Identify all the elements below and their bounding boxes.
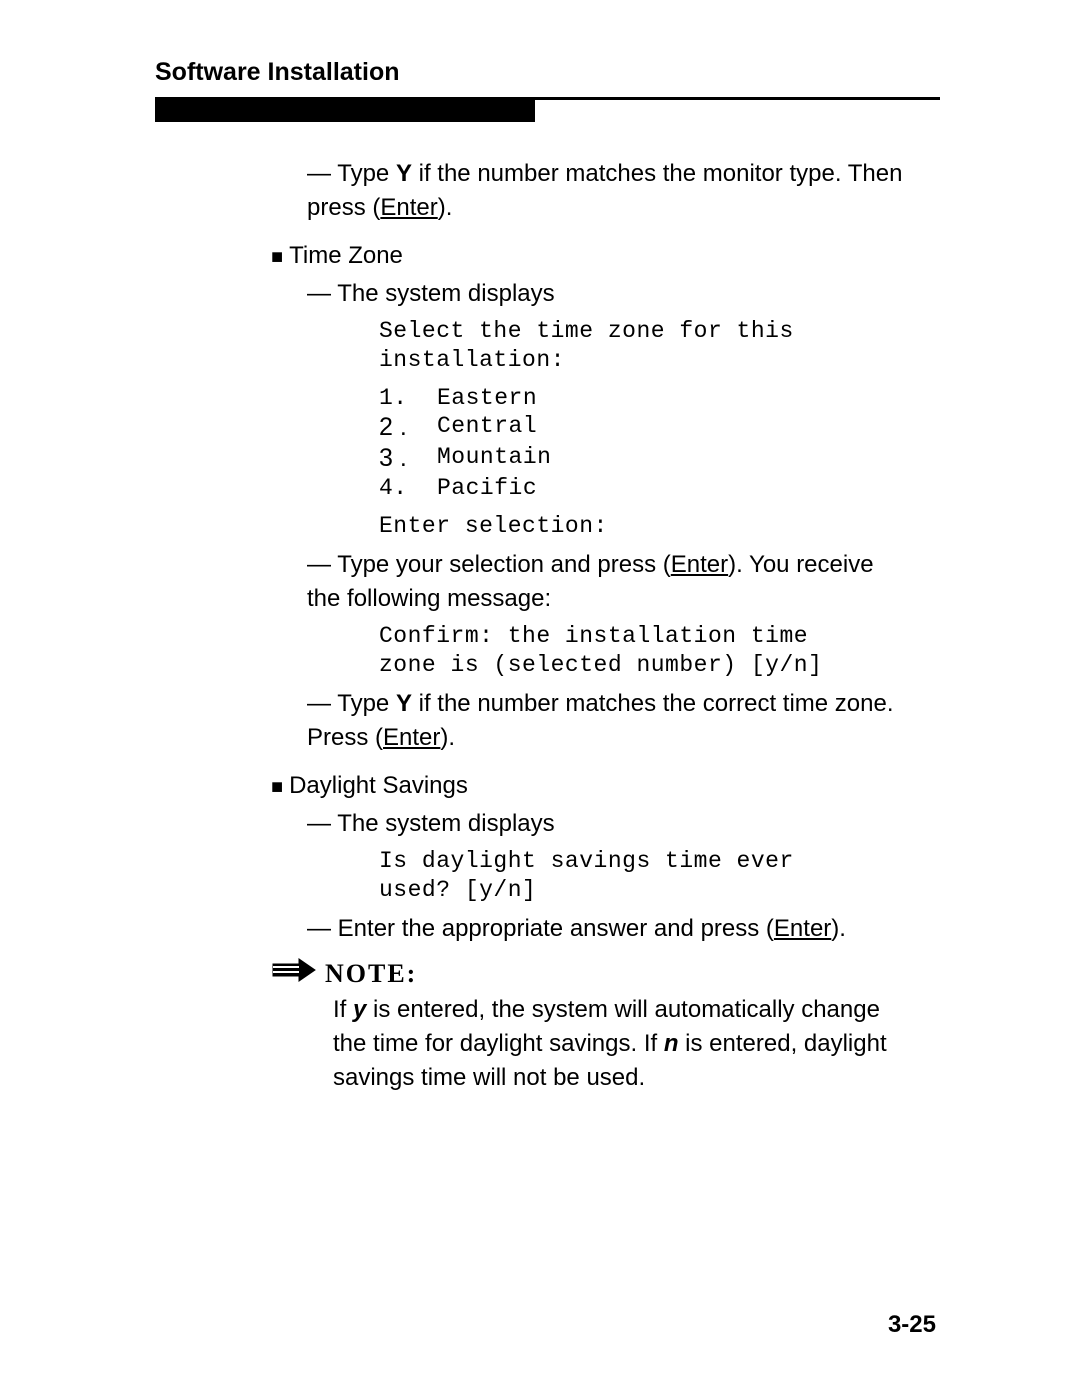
tz-option-row: 4. Pacific xyxy=(379,475,940,501)
page-content: — Type Y if the number matches the monit… xyxy=(155,160,940,1092)
dash: — xyxy=(307,915,331,942)
text-a: Type your selection and press ( xyxy=(337,551,671,578)
ds-enter-answer: — Enter the appropriate answer and press… xyxy=(307,915,940,943)
t: is entered, daylight xyxy=(679,1030,887,1057)
tz-type-y-match: — Type Y if the number matches the corre… xyxy=(307,690,940,718)
match-tail: if the number matches the correct time z… xyxy=(419,690,894,717)
note-arrow-icon xyxy=(271,957,317,990)
tz-option-row: 1. Eastern xyxy=(379,385,940,411)
header-black-bar xyxy=(155,100,535,122)
note-line1: If y is entered, the system will automat… xyxy=(333,996,940,1024)
daylight-heading-row: ■ Daylight Savings xyxy=(271,772,940,802)
dash: — xyxy=(307,551,331,578)
dash: — xyxy=(307,280,331,307)
type-y-line: — Type Y if the number matches the monit… xyxy=(307,160,940,188)
text-a: Enter the appropriate answer and press ( xyxy=(338,915,774,942)
tz-opt-num: 3 . xyxy=(379,444,437,473)
sys-displays-text: The system displays xyxy=(337,810,554,837)
tz-opt-label: Eastern xyxy=(437,385,537,411)
t: If xyxy=(333,996,353,1023)
dash: — xyxy=(307,810,331,837)
press-close: ). xyxy=(438,194,453,221)
confirm-line2: zone is (selected number) [y/n] xyxy=(379,652,940,678)
word-type: Type xyxy=(337,160,389,187)
ds-body: — The system displays Is daylight saving… xyxy=(271,810,940,943)
tz-confirm-block: Confirm: the installation time zone is (… xyxy=(307,623,940,678)
key-y: Y xyxy=(396,690,412,717)
tz-prompt-block: Select the time zone for this installati… xyxy=(307,318,940,373)
tz-option-row: 2 . Central xyxy=(379,413,940,442)
tz-press-enter: Press (Enter). xyxy=(307,724,940,752)
enter-key: Enter xyxy=(671,551,728,578)
tz-opt-label: Central xyxy=(437,413,537,442)
tz-type-selection: — Type your selection and press (Enter).… xyxy=(307,551,940,579)
tz-enter-selection: Enter selection: xyxy=(307,513,940,539)
tz-body: — The system displays Select the time zo… xyxy=(271,280,940,752)
dash: — xyxy=(307,690,331,717)
note-label: NOTE: xyxy=(325,959,417,989)
sys-displays-text: The system displays xyxy=(337,280,554,307)
press-open: Press ( xyxy=(307,724,383,751)
square-bullet-icon: ■ xyxy=(271,772,283,802)
continuation-block: — Type Y if the number matches the monit… xyxy=(271,160,940,222)
page-number: 3-25 xyxy=(888,1311,936,1339)
tz-opt-num: 4. xyxy=(379,475,437,501)
tz-prompt-line1: Select the time zone for this xyxy=(379,318,940,344)
tz-opt-num: 2 . xyxy=(379,413,437,442)
confirm-line1: Confirm: the installation time xyxy=(379,623,940,649)
enter-key: Enter xyxy=(774,915,831,942)
press-open: press ( xyxy=(307,194,380,221)
enter-selection-text: Enter selection: xyxy=(379,513,940,539)
tz-opt-label: Pacific xyxy=(437,475,537,501)
tz-sys-displays: — The system displays xyxy=(307,280,940,308)
t: is entered, the system will automaticall… xyxy=(366,996,880,1023)
note-heading-row: NOTE: xyxy=(271,957,940,990)
time-zone-heading: Time Zone xyxy=(289,242,403,270)
tz-opt-num: 1. xyxy=(379,385,437,411)
t: the time for daylight savings. If xyxy=(333,1030,664,1057)
note-line3: savings time will not be used. xyxy=(333,1064,940,1092)
ds-prompt-line1: Is daylight savings time ever xyxy=(379,848,940,874)
enter-key: Enter xyxy=(383,724,440,751)
tz-prompt-line2: installation: xyxy=(379,347,940,373)
square-bullet-icon: ■ xyxy=(271,242,283,272)
enter-key: Enter xyxy=(380,194,437,221)
ds-prompt-line2: used? [y/n] xyxy=(379,877,940,903)
tail-text: if the number matches the monitor type. … xyxy=(419,160,903,187)
time-zone-heading-row: ■ Time Zone xyxy=(271,242,940,272)
ds-sys-displays: — The system displays xyxy=(307,810,940,838)
daylight-heading: Daylight Savings xyxy=(289,772,468,800)
tz-opt-label: Mountain xyxy=(437,444,551,473)
press-close: ). xyxy=(440,724,455,751)
dash: — xyxy=(307,160,331,187)
text-b: ). xyxy=(831,915,846,942)
note-body: If y is entered, the system will automat… xyxy=(271,996,940,1092)
ds-prompt-block: Is daylight savings time ever used? [y/n… xyxy=(307,848,940,903)
key-n: n xyxy=(664,1030,679,1057)
page-header-title: Software Installation xyxy=(155,58,940,87)
tz-option-row: 3 . Mountain xyxy=(379,444,940,473)
text-b: ). You receive xyxy=(728,551,873,578)
key-y: Y xyxy=(396,160,412,187)
tz-options-list: 1. Eastern 2 . Central 3 . Mountain 4. P… xyxy=(307,385,940,501)
tz-following-msg: the following message: xyxy=(307,585,940,613)
word-type: Type xyxy=(337,690,389,717)
press-enter-line: press (Enter). xyxy=(307,194,940,222)
note-line2: the time for daylight savings. If n is e… xyxy=(333,1030,940,1058)
key-y: y xyxy=(353,996,366,1023)
